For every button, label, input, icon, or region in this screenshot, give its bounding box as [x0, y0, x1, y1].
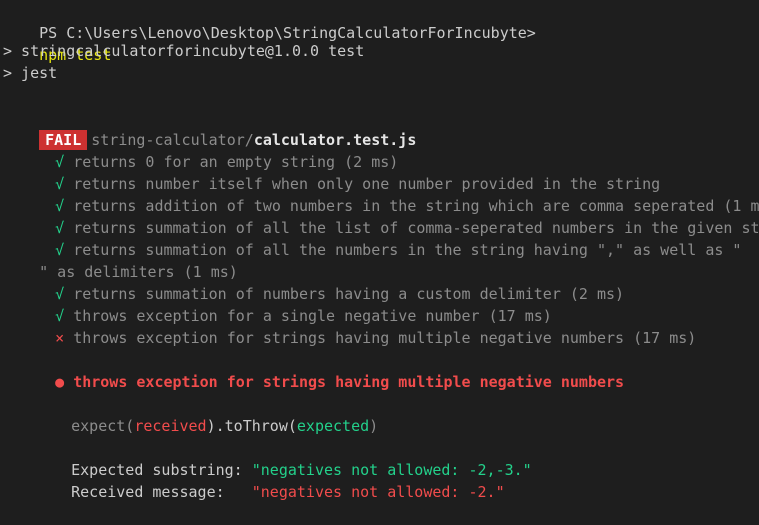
test-result-row: √ returns summation of all the list of c… — [3, 195, 759, 237]
received-message-line: Received message: "negatives not allowed… — [3, 459, 505, 501]
test-result-row: √ returns summation of all the numbers i… — [3, 217, 741, 259]
npm-script-line: > stringcalculatorforincubyte@1.0.0 test — [3, 42, 365, 60]
test-result-row: √ throws exception for a single negative… — [3, 283, 552, 325]
npm-jest-line: > jest — [3, 64, 58, 82]
expect-fn: expect( — [71, 417, 135, 435]
received-value: "negatives not allowed: -2." — [251, 483, 505, 501]
expect-expected: expected — [296, 417, 370, 435]
test-result-row: √ returns addition of two numbers in the… — [3, 173, 759, 215]
prompt-line: PS C:\Users\Lenovo\Desktop\StringCalcula… — [3, 0, 536, 64]
expect-received: received — [134, 417, 207, 435]
expect-close: ) — [369, 417, 379, 435]
terminal-panel[interactable]: PS C:\Users\Lenovo\Desktop\StringCalcula… — [0, 0, 759, 501]
suite-result-line: FAIL string-calculator/calculator.test.js — [3, 107, 416, 150]
test-result-row: √ returns summation of numbers having a … — [3, 261, 624, 303]
test-result-row: √ returns number itself when only one nu… — [3, 151, 660, 193]
test-result-row: × throws exception for strings having mu… — [3, 305, 696, 347]
failure-bullet-icon: ● — [55, 373, 65, 391]
test-result-row: √ returns 0 for an empty string (2 ms) — [3, 129, 398, 171]
received-label: Received message: — [71, 483, 252, 501]
expect-line: expect(received).toThrow(expected) — [3, 393, 378, 435]
expect-to-throw: ).toThrow( — [206, 417, 297, 435]
expected-substring-line: Expected substring: "negatives not allow… — [3, 437, 532, 479]
failure-title: throws exception for strings having mult… — [73, 373, 625, 391]
test-name: throws exception for strings having mult… — [73, 329, 697, 347]
fail-cross-icon: × — [55, 329, 65, 347]
failure-title-line: ● throws exception for strings having mu… — [3, 349, 624, 391]
test-result-row-wrap: " as delimiters (1 ms) — [3, 239, 238, 281]
